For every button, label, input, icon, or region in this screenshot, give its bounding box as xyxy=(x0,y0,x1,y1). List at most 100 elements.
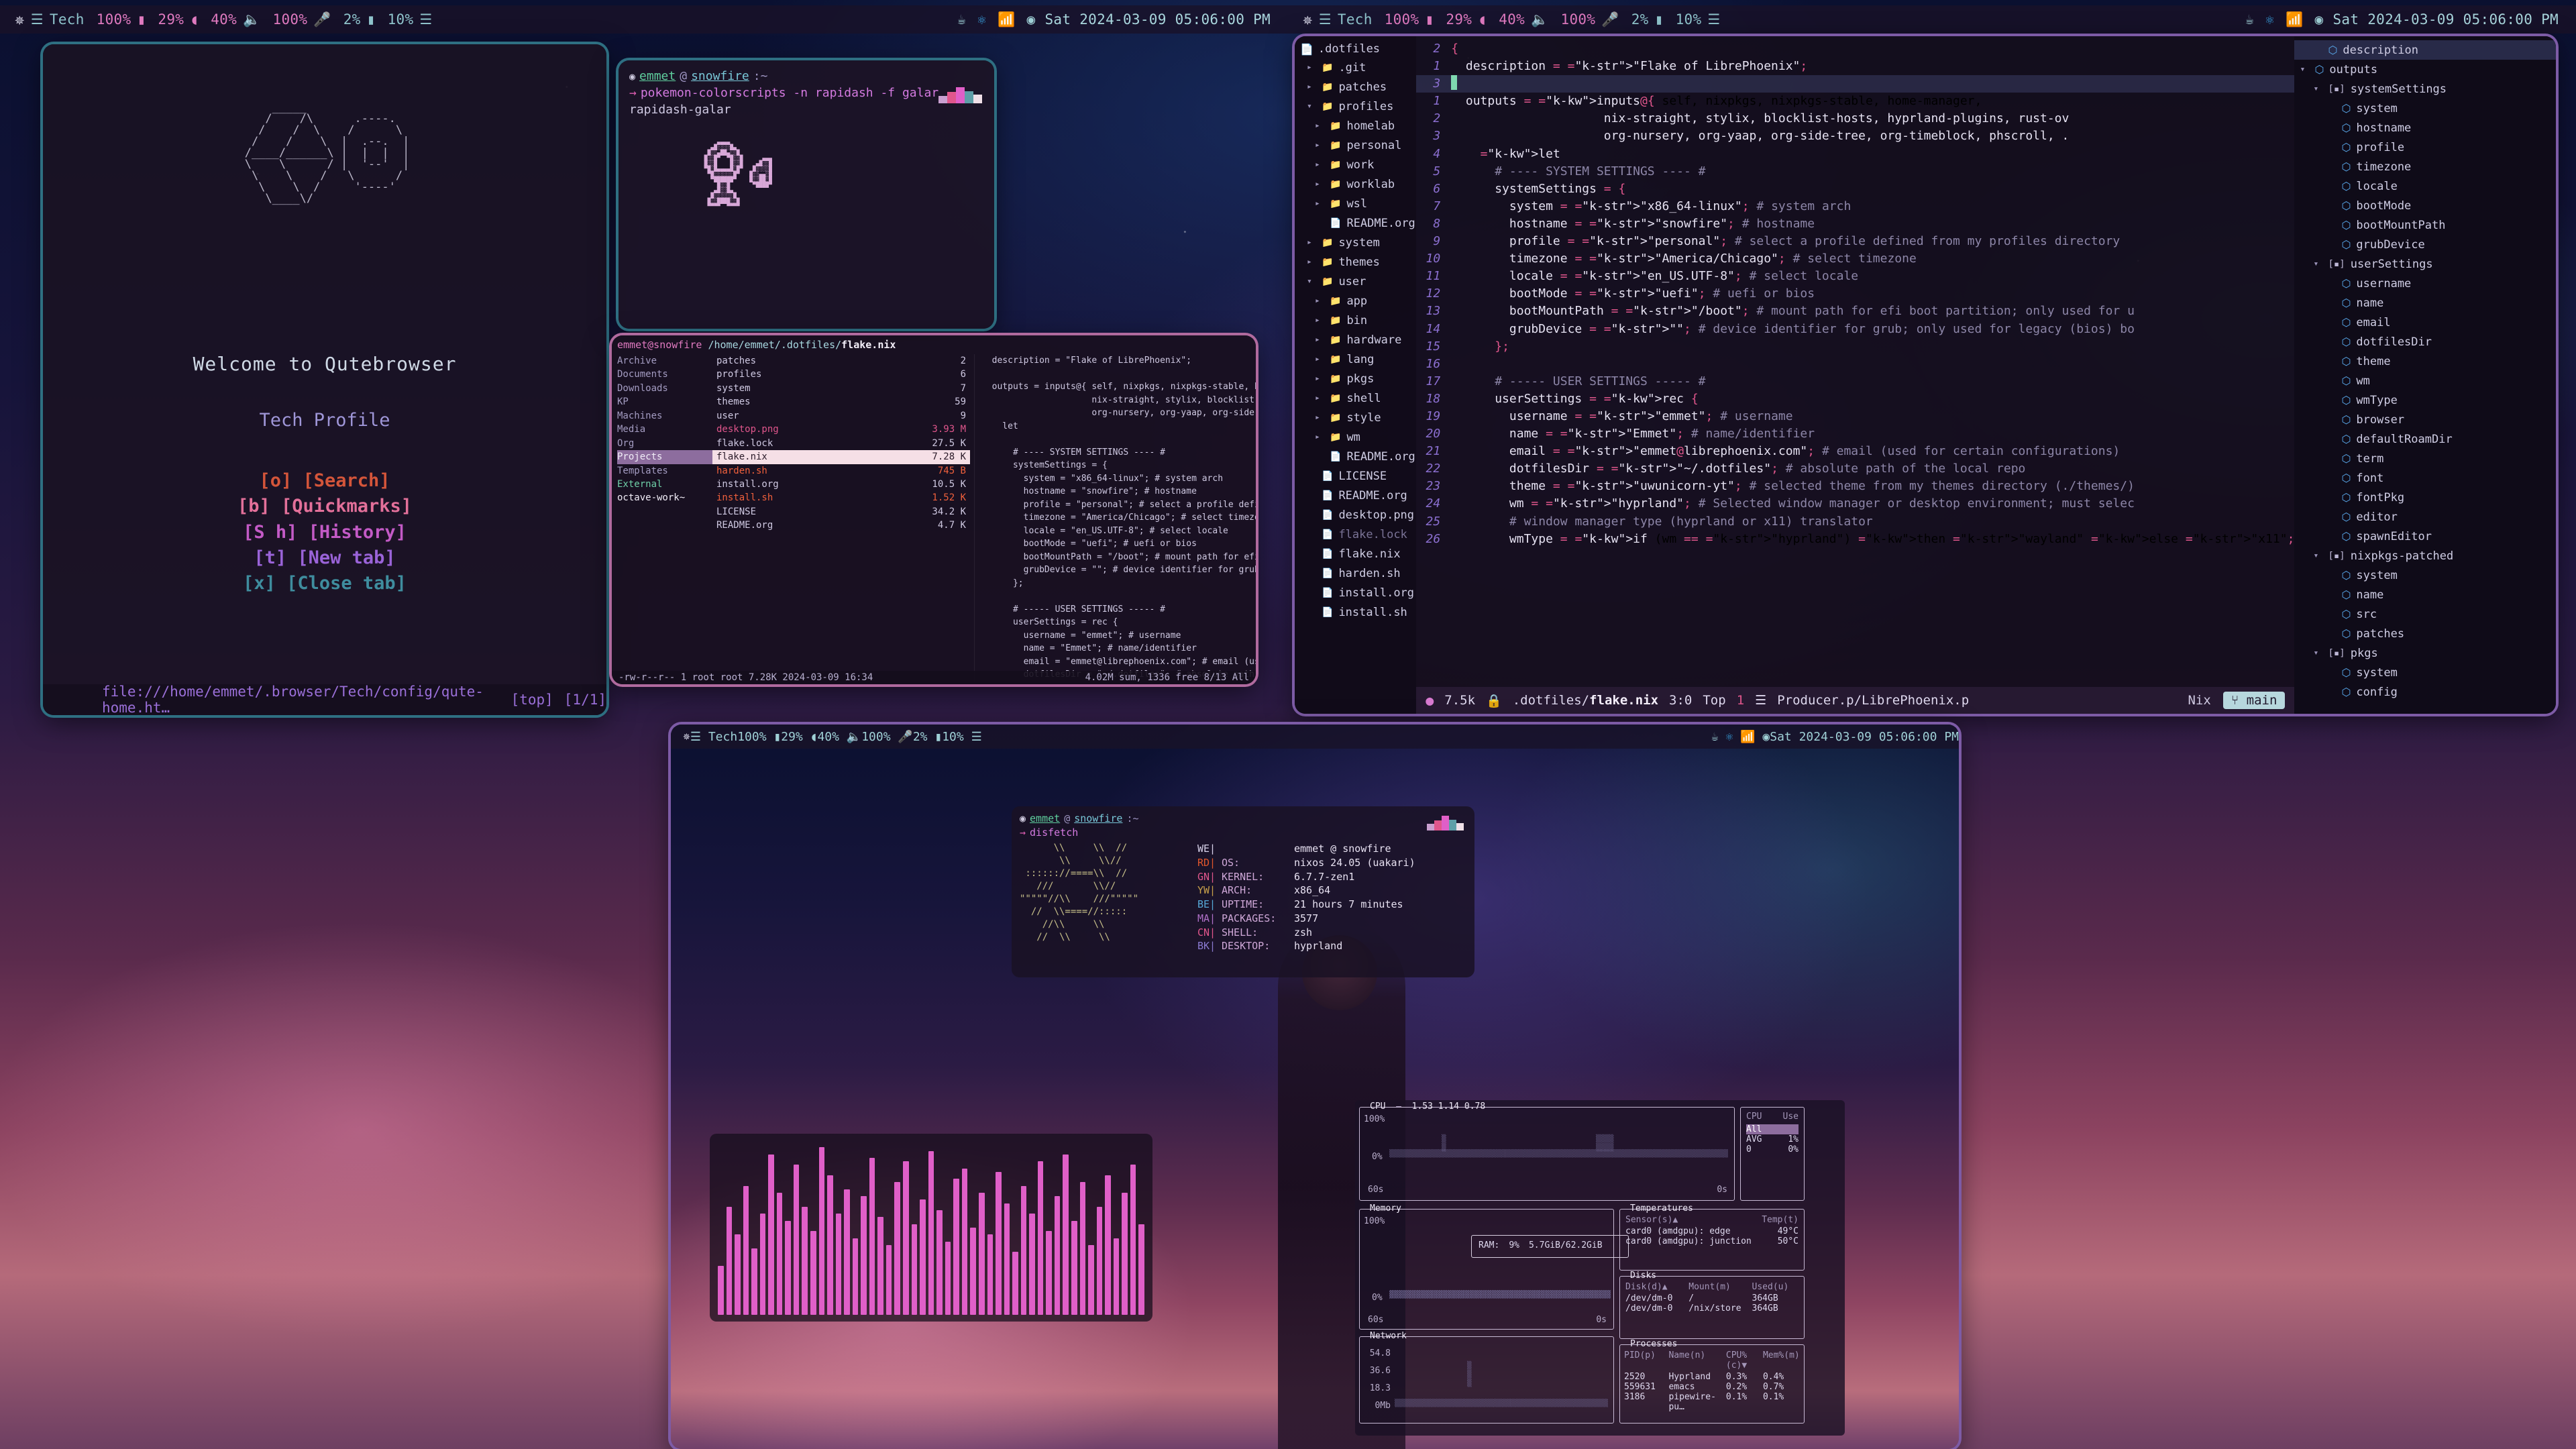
cpu-core-row[interactable]: 0 0% xyxy=(1746,1144,1799,1155)
disc-icon[interactable]: ◉ xyxy=(1027,12,1036,27)
ranger-file-row[interactable]: user 9 xyxy=(712,409,970,423)
symbol-node[interactable]: ⬡ bootMountPath xyxy=(2294,215,2556,235)
bluetooth-icon[interactable]: ⚛ xyxy=(2265,12,2274,27)
ranger-parent-item[interactable]: Downloads xyxy=(617,382,712,395)
ranger-file-row[interactable]: flake.nix 7.28 K xyxy=(712,450,970,464)
qutebrowser-window[interactable]: _____ / /\ .----. / / \ / \ / / \ | .--.… xyxy=(43,44,606,715)
quicklink-item[interactable]: [x] [Close tab] xyxy=(43,571,606,596)
chevron-icon[interactable]: ▸ xyxy=(1307,82,1316,92)
gear-icon[interactable]: ✵ xyxy=(1288,11,1313,28)
treemacs-node[interactable]: 📄 README.org xyxy=(1295,447,1416,466)
treemacs-node[interactable]: 📄 README.org xyxy=(1295,486,1416,505)
treemacs-node[interactable]: ▾ 📁 user xyxy=(1295,272,1416,291)
symbol-node[interactable]: ⬡ username xyxy=(2294,274,2556,293)
disc-icon[interactable]: ◉ xyxy=(1762,731,1770,743)
symbol-node[interactable]: ⬡ wmType xyxy=(2294,390,2556,410)
ranger-file-row[interactable]: harden.sh 745 B xyxy=(712,464,970,478)
temps-col-temp[interactable]: Temp(t) xyxy=(1762,1215,1799,1225)
treemacs-node[interactable]: ▸ 📁 app xyxy=(1295,291,1416,311)
chevron-icon[interactable]: ▸ xyxy=(1307,237,1316,248)
symbol-node[interactable]: ⬡ timezone xyxy=(2294,157,2556,176)
process-column-header[interactable]: Name(n) xyxy=(1668,1350,1725,1371)
treemacs-node[interactable]: 📄 LICENSE xyxy=(1295,466,1416,486)
system-tray[interactable]: ☕ ⚛ 📶 ◉ xyxy=(957,12,1044,27)
treemacs-node[interactable]: 📄 README.org xyxy=(1295,213,1416,233)
symbol-node[interactable]: ⬡ editor xyxy=(2294,507,2556,527)
treemacs-node[interactable]: ▸ 📁 themes xyxy=(1295,252,1416,272)
symbol-node[interactable]: ⬡ patches xyxy=(2294,624,2556,643)
quicklink-item[interactable]: [S h] [History] xyxy=(43,520,606,545)
wifi-signal-icon[interactable]: 📶 xyxy=(998,12,1015,27)
ranger-current-column[interactable]: patches 2 profiles 6 system 7 themes 59 user 9 des… xyxy=(712,354,974,682)
top-bar-right-monitor[interactable]: ✵ ☰ Tech 100% ▮ 29% ◖ 40% 🔈 100% 🎤 2% ▮ … xyxy=(1288,5,2576,34)
chevron-icon[interactable]: ▸ xyxy=(1315,413,1324,423)
btop-cpu-cores-panel[interactable]: CPU Use All AVG 1% 0 0% xyxy=(1740,1107,1805,1201)
treemacs-node[interactable]: 📄 harden.sh xyxy=(1295,564,1416,583)
chevron-icon[interactable]: ▸ xyxy=(1315,121,1324,131)
chevron-icon[interactable]: ▸ xyxy=(1315,374,1324,384)
btop-processes-panel[interactable]: Processes PID(p) Name(n) CPU%(c)▼ Mem%(m) 2… xyxy=(1619,1339,1805,1424)
symbol-node[interactable]: ⬡ font xyxy=(2294,468,2556,488)
chevron-icon[interactable]: ▾ xyxy=(2313,648,2322,658)
ranger-file-row[interactable]: install.sh 1.52 K xyxy=(712,491,970,504)
quicklink-item[interactable]: [o] [Search] xyxy=(43,468,606,494)
ranger-parent-item[interactable]: Media xyxy=(617,423,712,436)
wifi-signal-icon[interactable]: 📶 xyxy=(2286,12,2303,27)
ranger-parent-item[interactable]: Projects xyxy=(617,450,712,464)
chevron-icon[interactable]: ▾ xyxy=(2313,551,2322,561)
quicklink-item[interactable]: [t] [New tab] xyxy=(43,545,606,571)
chevron-icon[interactable]: ▸ xyxy=(1315,432,1324,442)
workspace-indicator[interactable]: ☰ Tech xyxy=(690,730,737,744)
treemacs-node[interactable]: ▸ 📁 bin xyxy=(1295,311,1416,330)
treemacs-node[interactable]: ▸ 📁 shell xyxy=(1295,388,1416,408)
chevron-icon[interactable]: ▾ xyxy=(2300,64,2309,74)
treemacs-node[interactable]: ▸ 📁 .git xyxy=(1295,58,1416,77)
symbol-node[interactable]: ▾ [▪] systemSettings xyxy=(2294,79,2556,99)
chevron-icon[interactable]: ▸ xyxy=(1315,140,1324,150)
process-row[interactable]: 2520 Hyprland 0.3% 0.4% xyxy=(1624,1372,1800,1382)
treemacs-node[interactable]: ▸ 📁 system xyxy=(1295,233,1416,252)
disk-column-header[interactable]: Used(u) xyxy=(1752,1282,1799,1292)
chevron-icon[interactable]: ▸ xyxy=(1315,354,1324,364)
chevron-icon[interactable]: ▸ xyxy=(1315,199,1324,209)
chevron-icon[interactable]: ▸ xyxy=(1315,296,1324,306)
ranger-parent-item[interactable]: Documents xyxy=(617,368,712,381)
system-tray[interactable]: ☕ ⚛ 📶 ◉ xyxy=(1711,730,1770,744)
coffee-icon[interactable]: ☕ xyxy=(2245,12,2254,27)
quicklink-item[interactable]: [b] [Quickmarks] xyxy=(43,494,606,519)
process-column-header[interactable]: PID(p) xyxy=(1624,1350,1668,1371)
cpu-core-row[interactable]: All xyxy=(1746,1124,1799,1134)
ranger-file-row[interactable]: themes 59 xyxy=(712,395,970,409)
coffee-icon[interactable]: ☕ xyxy=(957,12,966,27)
emacs-code-buffer[interactable]: 2{1 description = ="k-str">"Flake of Lib… xyxy=(1416,36,2295,714)
workspace-indicator[interactable]: ☰ Tech xyxy=(25,11,91,28)
symbol-node[interactable]: ⬡ system xyxy=(2294,663,2556,682)
bluetooth-icon[interactable]: ⚛ xyxy=(1725,731,1733,743)
ranger-file-manager-window[interactable]: emmet@snowfire /home/emmet/.dotfiles/fla… xyxy=(612,335,1256,684)
ranger-parent-item[interactable]: octave-work~ xyxy=(617,491,712,504)
treemacs-node[interactable]: ▸ 📁 patches xyxy=(1295,77,1416,97)
chevron-icon[interactable]: ▸ xyxy=(1307,62,1316,72)
symbol-node[interactable]: ⬡ locale xyxy=(2294,176,2556,196)
wifi-signal-icon[interactable]: 📶 xyxy=(1740,731,1755,743)
symbol-node[interactable]: ⬡ name xyxy=(2294,585,2556,604)
disk-column-header[interactable]: Disk(d)▲ xyxy=(1625,1282,1688,1292)
treemacs-node[interactable]: ▸ 📁 lang xyxy=(1295,350,1416,369)
chevron-icon[interactable]: ▸ xyxy=(1315,179,1324,189)
process-row[interactable]: 3186 pipewire-pu… 0.1% 0.1% xyxy=(1624,1392,1800,1412)
symbol-node[interactable]: ⬡ config xyxy=(2294,682,2556,702)
symbol-node[interactable]: ⬡ src xyxy=(2294,604,2556,624)
symbol-node[interactable]: ⬡ wm xyxy=(2294,371,2556,390)
chevron-icon[interactable]: ▾ xyxy=(2313,84,2322,94)
symbol-node[interactable]: ⬡ dotfilesDir xyxy=(2294,332,2556,352)
symbol-node[interactable]: ⬡ system xyxy=(2294,566,2556,585)
treemacs-node[interactable]: ▸ 📁 homelab xyxy=(1295,116,1416,136)
treemacs-node[interactable]: ▸ 📁 personal xyxy=(1295,136,1416,155)
disk-column-header[interactable]: Mount(m) xyxy=(1688,1282,1752,1292)
symbol-node[interactable]: ▾ [▪] userSettings xyxy=(2294,254,2556,274)
ranger-parent-item[interactable]: Archive xyxy=(617,354,712,368)
ranger-file-row[interactable]: install.org 10.5 K xyxy=(712,478,970,491)
ranger-file-row[interactable]: LICENSE 34.2 K xyxy=(712,505,970,519)
emacs-treemacs-files[interactable]: 📄 .dotfiles ▸ 📁 .git ▸ 📁 patches ▾ 📁 profiles ▸ 📁 h… xyxy=(1295,36,1417,714)
treemacs-node[interactable]: ▾ 📁 profiles xyxy=(1295,97,1416,116)
